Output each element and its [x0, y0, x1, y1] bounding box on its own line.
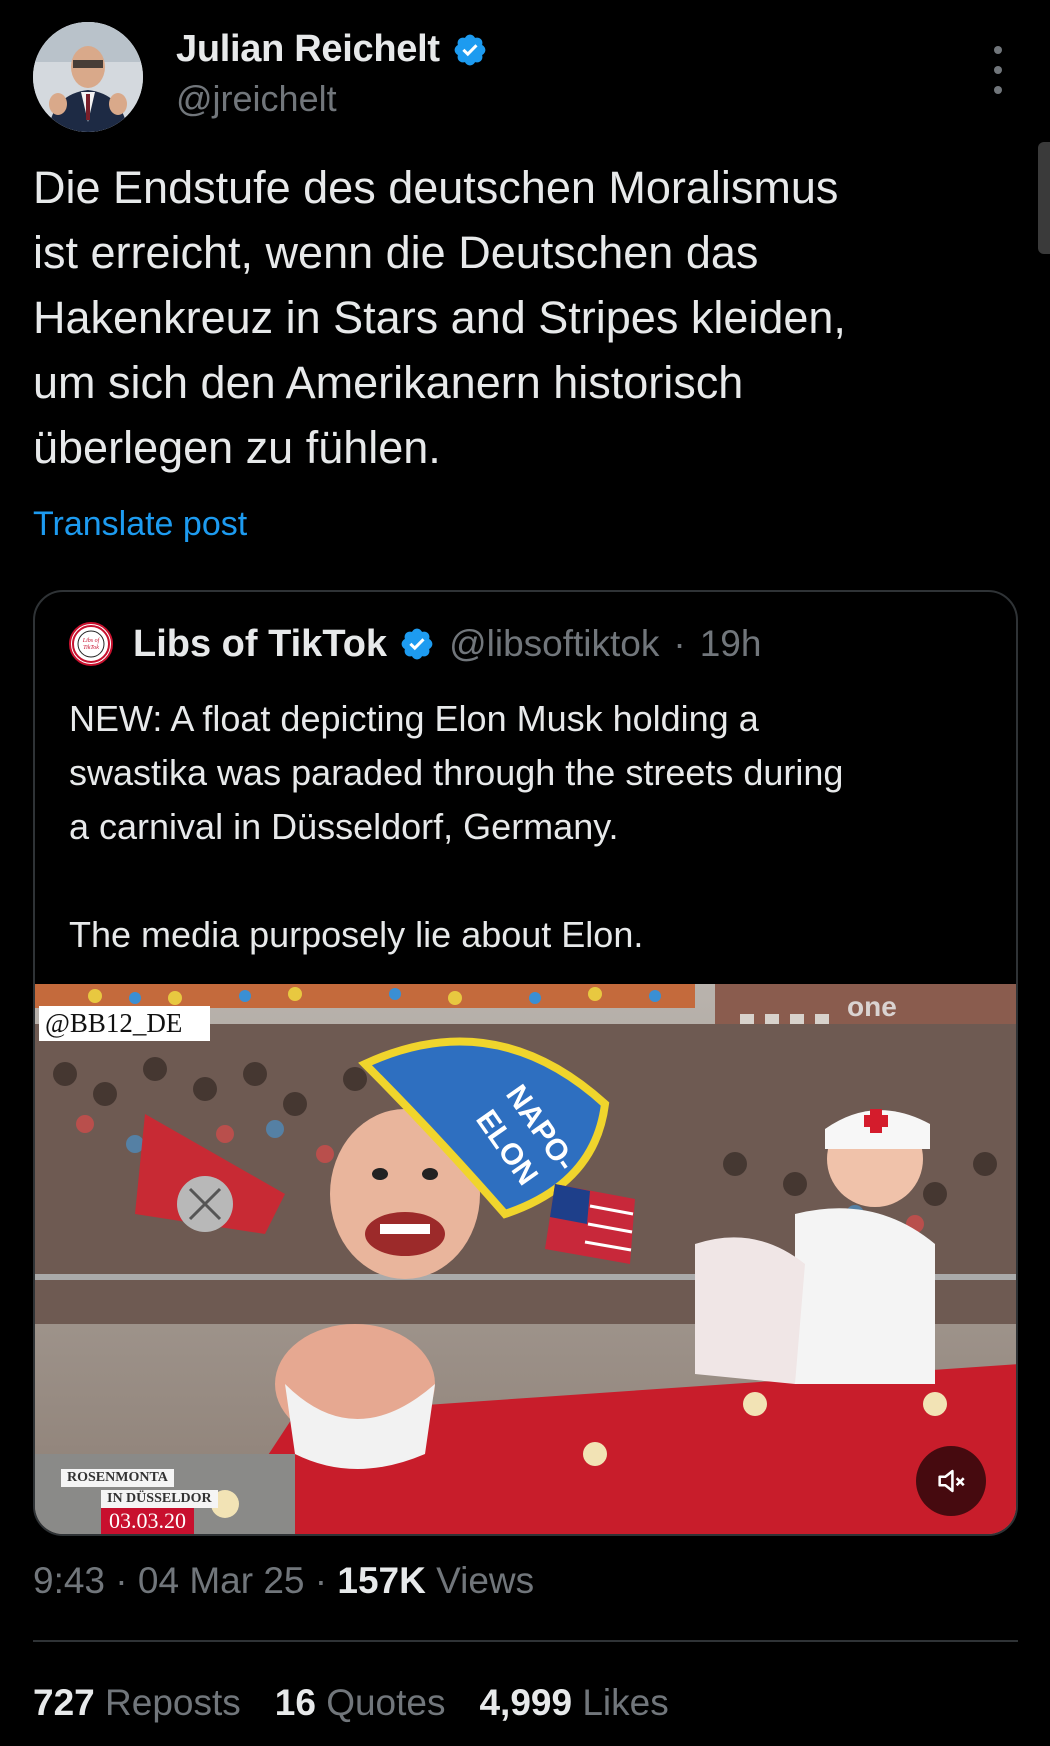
likes-stat[interactable]: 4,999 Likes — [479, 1682, 668, 1724]
author-name[interactable]: Julian Reichelt — [176, 28, 440, 71]
reposts-stat[interactable]: 727 Reposts — [33, 1682, 241, 1724]
quoted-tweet[interactable]: Libs of TikTok Libs of TikTok @libsoftik… — [33, 590, 1018, 1536]
quotes-count: 16 — [274, 1682, 316, 1723]
quoted-tweet-text: NEW: A float depicting Elon Musk holding… — [69, 698, 844, 955]
svg-text:Libs of: Libs of — [82, 637, 101, 644]
meta-dot: · — [314, 1560, 328, 1601]
author-handle[interactable]: @jreichelt — [176, 78, 337, 120]
lower-third-line2: IN DÜSSELDOR — [101, 1490, 218, 1508]
quotes-stat[interactable]: 16 Quotes — [275, 1682, 446, 1724]
reposts-count: 727 — [33, 1682, 95, 1723]
likes-label: Likes — [582, 1682, 669, 1723]
views-count: 157K — [337, 1560, 426, 1601]
video-watermark: @BB12_DE — [39, 1006, 211, 1041]
reposts-label: Reposts — [105, 1682, 241, 1723]
verified-badge-icon — [454, 34, 486, 65]
tweet-header: Julian Reichelt @jreichelt — [33, 22, 1018, 132]
svg-text:TikTok: TikTok — [83, 645, 99, 651]
meta-dot: · — [115, 1560, 128, 1601]
views-label: Views — [436, 1560, 535, 1601]
author-name-row[interactable]: Julian Reichelt — [176, 28, 488, 71]
likes-count: 4,999 — [479, 1682, 573, 1723]
tweet-text: Die Endstufe des deutschen Moralismus is… — [33, 162, 846, 473]
quoted-tweet-header: Libs of TikTok Libs of TikTok @libsoftik… — [69, 622, 761, 666]
mute-button[interactable] — [916, 1446, 986, 1516]
tweet-time[interactable]: 9:43 — [33, 1560, 105, 1601]
tweet-date[interactable]: 04 Mar 25 — [138, 1560, 305, 1601]
quoted-time[interactable]: 19h — [700, 623, 762, 665]
translate-post-link[interactable]: Translate post — [33, 505, 247, 544]
quoted-author-name[interactable]: Libs of TikTok — [133, 623, 387, 666]
lower-third-date: 03.03.20 — [101, 1508, 194, 1534]
verified-badge-icon — [401, 628, 433, 660]
scrollbar[interactable] — [1038, 142, 1050, 254]
mute-icon — [938, 1469, 965, 1493]
separator-dot: · — [673, 623, 686, 664]
author-avatar[interactable] — [33, 22, 143, 132]
divider — [33, 1640, 1018, 1642]
quotes-label: Quotes — [326, 1682, 446, 1723]
quoted-avatar-logo: Libs of TikTok — [72, 625, 110, 663]
avatar-image — [33, 22, 143, 132]
quoted-media-video[interactable]: NAPO- ELON one @BB12_DE ROSENMONTA IN DÜ… — [35, 984, 1016, 1534]
quoted-author-avatar[interactable]: Libs of TikTok — [69, 622, 113, 666]
quoted-author-handle[interactable]: @libsoftiktok — [449, 623, 659, 665]
tweet-meta: 9:43 · 04 Mar 25 · 157K Views — [33, 1560, 534, 1602]
tweet-stats: 727 Reposts 16 Quotes 4,999 Likes — [33, 1682, 703, 1724]
lower-third-line1: ROSENMONTA — [61, 1469, 174, 1487]
video-frame: NAPO- ELON one — [35, 984, 1016, 1534]
video-lower-third: ROSENMONTA IN DÜSSELDOR 03.03.20 — [61, 1466, 218, 1534]
more-options-icon[interactable] — [978, 46, 1018, 94]
channel-logo: one — [847, 991, 897, 1022]
